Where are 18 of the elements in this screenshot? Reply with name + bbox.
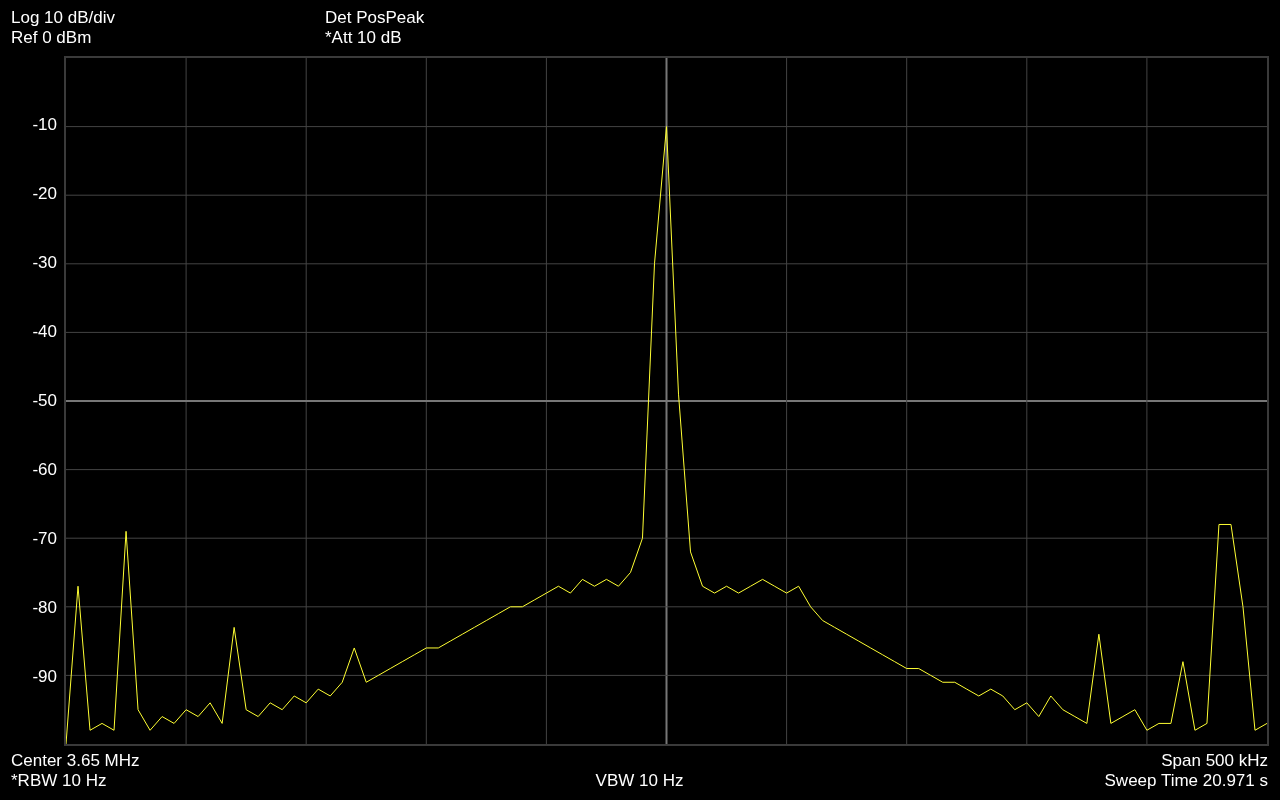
setting-label: Span 500 kHz	[1161, 751, 1268, 771]
setting-label: *Att 10 dB	[325, 28, 403, 48]
setting-label: Sweep Time 20.971 s	[1104, 771, 1268, 791]
y-tick-label: -60	[32, 460, 57, 480]
setting-label: Log 10 dB/div	[11, 8, 116, 28]
y-tick-label: -50	[32, 391, 57, 411]
y-tick-label: -40	[32, 322, 57, 342]
setting-label: Center 3.65 MHz	[11, 751, 140, 771]
y-tick-label: -20	[32, 184, 57, 204]
setting-label: VBW 10 Hz	[595, 771, 684, 791]
y-tick-label: -90	[32, 667, 57, 687]
setting-label: *RBW 10 Hz	[11, 771, 107, 791]
y-tick-label: -70	[32, 529, 57, 549]
y-tick-label: -10	[32, 115, 57, 135]
setting-label: Ref 0 dBm	[11, 28, 93, 48]
y-tick-label: -80	[32, 598, 57, 618]
y-tick-label: -30	[32, 253, 57, 273]
setting-label: Det PosPeak	[325, 8, 425, 28]
